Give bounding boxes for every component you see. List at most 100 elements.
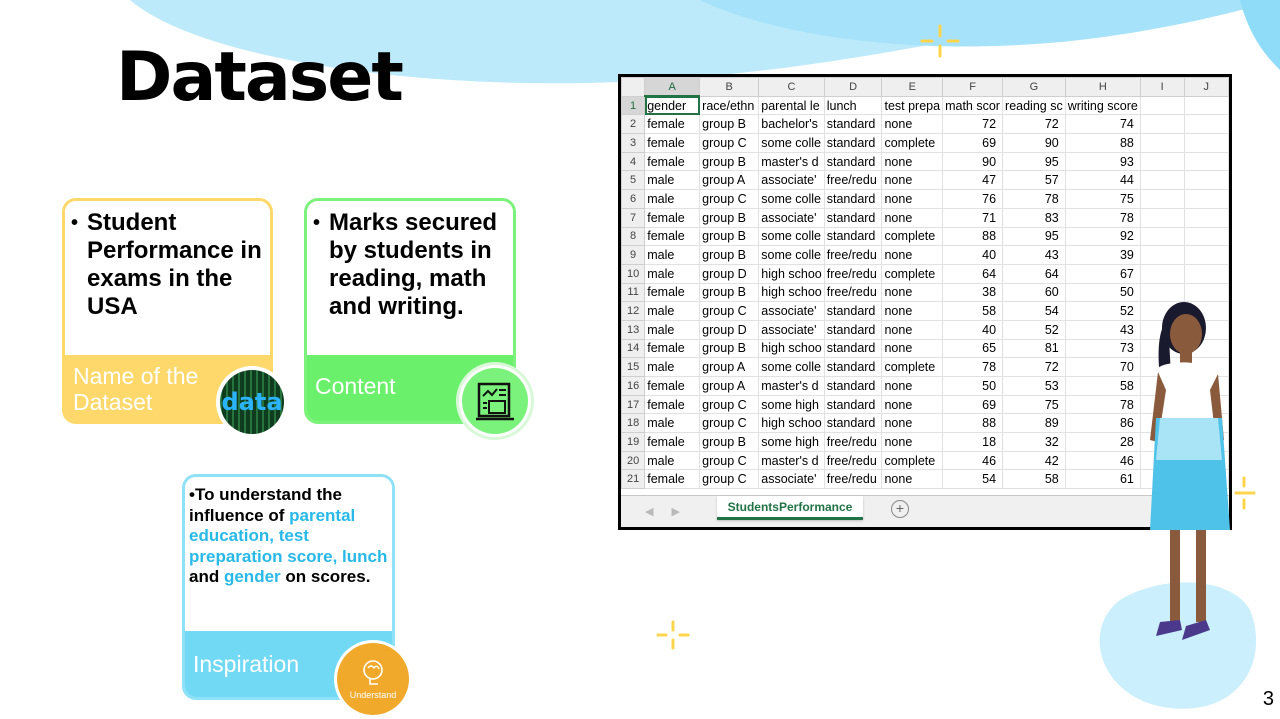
table-cell[interactable]: 69 [942,394,1004,415]
table-cell[interactable]: female [644,282,701,303]
table-cell[interactable]: 92 [1064,226,1141,247]
table-cell[interactable] [1139,133,1185,153]
table-cell[interactable]: female [644,151,701,172]
table-cell[interactable]: 83 [1002,207,1066,228]
table-cell[interactable]: none [881,469,944,490]
row-header[interactable]: 11 [621,282,646,303]
table-cell[interactable]: group B [699,226,760,247]
table-cell[interactable]: 75 [1002,394,1066,415]
table-cell[interactable]: 75 [1064,189,1141,209]
table-cell[interactable]: male [644,245,701,265]
table-cell[interactable]: standard [823,394,883,415]
table-cell[interactable]: group D [699,319,760,340]
table-cell[interactable]: 64 [942,263,1004,284]
table-cell[interactable]: master's d [758,151,825,172]
column-header[interactable]: I [1139,77,1185,97]
row-header[interactable]: 10 [621,263,646,284]
table-cell[interactable]: 57 [1002,170,1066,191]
table-cell[interactable] [1139,170,1185,191]
table-cell[interactable]: 52 [1002,319,1066,340]
table-cell[interactable]: complete [881,133,944,153]
table-cell[interactable]: 18 [942,432,1004,452]
table-cell[interactable]: group B [699,282,760,303]
table-cell[interactable]: 71 [942,207,1004,228]
table-cell[interactable]: 53 [1002,376,1066,396]
table-cell[interactable]: 32 [1002,432,1066,452]
table-cell[interactable] [1139,189,1185,209]
table-cell[interactable]: 88 [942,226,1004,247]
table-cell[interactable]: 95 [1002,151,1066,172]
table-cell[interactable]: bachelor's [758,114,825,135]
table-cell[interactable]: reading sc [1002,95,1066,116]
table-cell[interactable]: 72 [942,114,1004,135]
table-cell[interactable]: standard [823,413,883,434]
table-cell[interactable] [1183,189,1229,209]
sheet-tab[interactable]: StudentsPerformance [717,496,863,520]
table-cell[interactable]: master's d [758,450,825,471]
table-cell[interactable]: some colle [758,245,825,265]
table-cell[interactable]: race/ethn [699,95,760,116]
table-cell[interactable]: group A [699,357,760,377]
table-cell[interactable]: none [881,394,944,415]
table-cell[interactable]: female [644,207,701,228]
table-cell[interactable]: standard [823,226,883,247]
table-cell[interactable] [1183,226,1229,247]
table-cell[interactable]: male [644,170,701,191]
table-cell[interactable]: 54 [942,469,1004,490]
column-header[interactable]: B [699,77,760,97]
table-cell[interactable]: group C [699,133,760,153]
table-cell[interactable]: female [644,114,701,135]
table-cell[interactable]: some colle [758,133,825,153]
table-cell[interactable]: 39 [1064,245,1141,265]
sheet-nav-arrows[interactable]: ◀▶ [645,505,698,518]
table-cell[interactable]: 88 [1064,133,1141,153]
table-cell[interactable]: 50 [942,376,1004,396]
table-cell[interactable]: none [881,413,944,434]
table-cell[interactable]: standard [823,319,883,340]
table-cell[interactable]: some colle [758,189,825,209]
table-cell[interactable]: standard [823,151,883,172]
table-cell[interactable]: none [881,245,944,265]
column-header[interactable]: F [942,77,1004,97]
table-cell[interactable]: 40 [942,245,1004,265]
table-cell[interactable]: standard [823,376,883,396]
table-cell[interactable]: free/redu [823,245,883,265]
row-header[interactable]: 15 [621,357,646,377]
table-cell[interactable]: high schoo [758,338,825,359]
table-cell[interactable]: standard [823,114,883,135]
table-cell[interactable] [1139,207,1185,228]
table-cell[interactable]: none [881,338,944,359]
row-header[interactable]: 5 [621,170,646,191]
table-cell[interactable]: high schoo [758,413,825,434]
table-cell[interactable]: 76 [942,189,1004,209]
table-cell[interactable]: male [644,263,701,284]
table-cell[interactable]: standard [823,133,883,153]
row-header[interactable]: 9 [621,245,646,265]
table-cell[interactable]: associate' [758,469,825,490]
row-header[interactable]: 12 [621,301,646,321]
table-cell[interactable]: male [644,319,701,340]
table-cell[interactable]: group B [699,245,760,265]
table-cell[interactable] [1139,95,1185,116]
table-cell[interactable] [1183,207,1229,228]
table-cell[interactable]: none [881,376,944,396]
table-cell[interactable]: 78 [942,357,1004,377]
table-cell[interactable]: female [644,226,701,247]
table-cell[interactable] [1183,170,1229,191]
table-cell[interactable]: 43 [1002,245,1066,265]
table-cell[interactable]: group B [699,207,760,228]
table-cell[interactable]: 60 [1002,282,1066,303]
table-cell[interactable]: standard [823,357,883,377]
table-cell[interactable]: master's d [758,376,825,396]
table-cell[interactable] [1139,114,1185,135]
table-cell[interactable]: standard [823,207,883,228]
row-header[interactable]: 17 [621,394,646,415]
table-cell[interactable]: male [644,301,701,321]
table-cell[interactable]: some colle [758,226,825,247]
table-cell[interactable]: complete [881,263,944,284]
table-cell[interactable]: free/redu [823,450,883,471]
row-header[interactable]: 21 [621,469,646,490]
table-cell[interactable]: free/redu [823,469,883,490]
table-cell[interactable]: some colle [758,357,825,377]
table-cell[interactable]: female [644,432,701,452]
